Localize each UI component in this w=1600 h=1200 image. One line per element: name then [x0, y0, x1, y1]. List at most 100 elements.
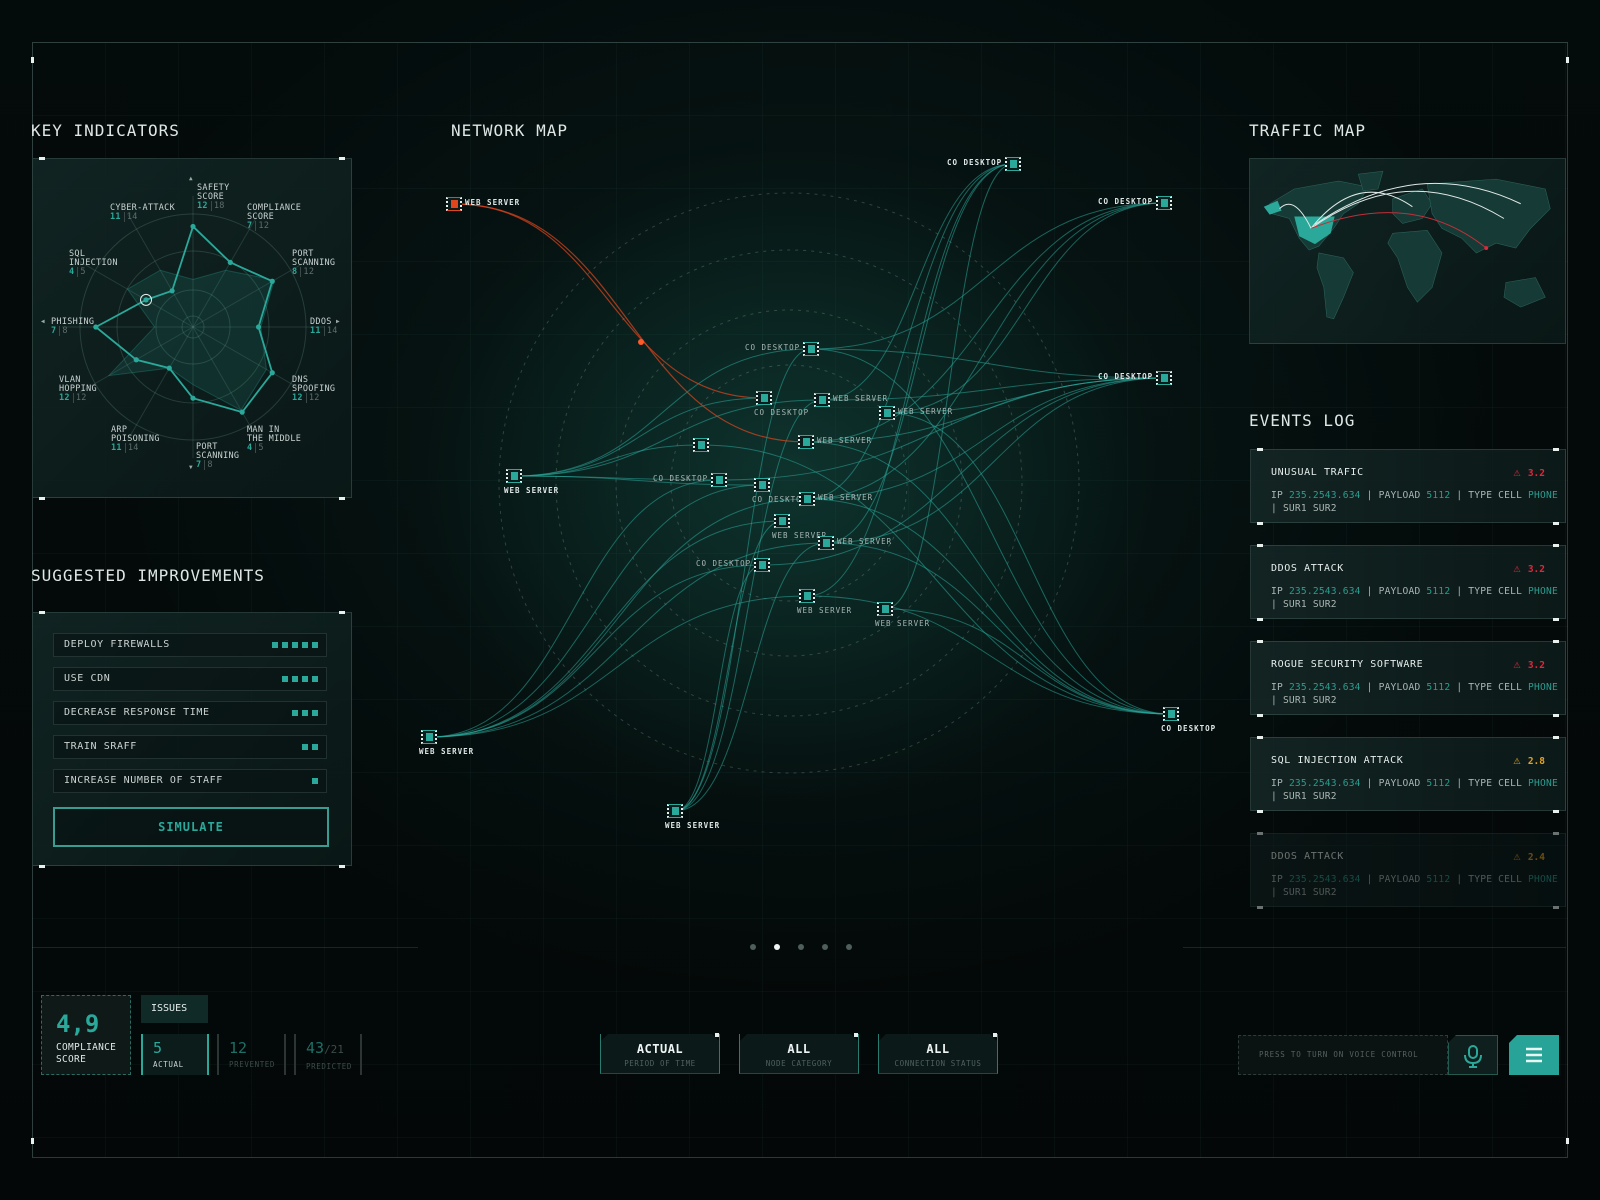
network-node[interactable]: [1163, 707, 1179, 721]
event-type-label: | TYPE CELL: [1456, 778, 1523, 789]
event-payload-label: | PAYLOAD: [1366, 490, 1421, 501]
world-map[interactable]: [1250, 159, 1565, 343]
continent-south-america: [1316, 252, 1354, 320]
issues-actual[interactable]: 5 ACTUAL: [141, 1034, 209, 1075]
network-node[interactable]: [756, 391, 772, 405]
event-payload: 5112: [1426, 682, 1451, 693]
event-ip: 235.2543.634: [1288, 682, 1361, 693]
device-chip-icon: [884, 409, 891, 417]
network-node[interactable]: [1156, 196, 1172, 210]
network-node[interactable]: [877, 602, 893, 616]
panel-corner-marker: [1257, 618, 1263, 621]
network-node[interactable]: [818, 536, 834, 550]
device-chip-icon: [426, 733, 433, 741]
issues-predicted[interactable]: 43/21 PREDICTED: [294, 1034, 362, 1075]
network-node[interactable]: [774, 514, 790, 528]
event-card[interactable]: DDOS ATTACK ⚠ 2.4 IP 235.2543.634 | PAYLOA…: [1250, 832, 1566, 909]
network-node[interactable]: [754, 478, 770, 492]
event-ip-label: IP: [1271, 586, 1283, 597]
device-chip-icon: [1010, 160, 1017, 168]
compliance-score-label: COMPLIANCE SCORE: [56, 1042, 117, 1065]
device-chip-icon: [823, 539, 830, 547]
event-details: IP 235.2543.634 | PAYLOAD 5112 | TYPE CE…: [1271, 489, 1559, 515]
event-ip-label: IP: [1271, 490, 1283, 501]
pagination-dot[interactable]: [750, 944, 756, 950]
network-node-label: WEB SERVER: [817, 436, 873, 445]
event-card[interactable]: SQL INJECTION ATTACK ⚠ 2.8 IP 235.2543.634…: [1250, 736, 1566, 813]
network-node-label: CO DESKTOP: [745, 343, 801, 352]
network-node[interactable]: [803, 342, 819, 356]
issues-predicted-total: /21: [324, 1043, 344, 1056]
network-node[interactable]: [506, 469, 522, 483]
filter-button[interactable]: ALL CONNECTION STATUS: [878, 1034, 998, 1074]
event-card[interactable]: ROGUE SECURITY SOFTWARE ⚠ 3.2 IP 235.2543.…: [1250, 640, 1566, 717]
continent-asia: [1426, 178, 1551, 254]
microphone-button[interactable]: [1448, 1035, 1498, 1075]
event-card[interactable]: DDOS ATTACK ⚠ 3.2 IP 235.2543.634 | PAYLOA…: [1250, 544, 1566, 621]
panel-corner-marker: [1257, 736, 1263, 739]
network-node[interactable]: [799, 589, 815, 603]
network-node[interactable]: [693, 438, 709, 452]
issues-prevented[interactable]: 12 PREVENTED: [217, 1034, 286, 1075]
panel-corner-marker: [1553, 448, 1559, 451]
issues-actual-label: ACTUAL: [153, 1060, 184, 1069]
issues-tab[interactable]: ISSUES: [141, 995, 208, 1023]
panel-corner-marker: [1257, 448, 1263, 451]
event-card[interactable]: UNUSUAL TRAFIC ⚠ 3.2 IP 235.2543.634 | PAY…: [1250, 448, 1566, 525]
filter-value: ACTUAL: [636, 1042, 684, 1056]
panel-corner-marker: [1553, 810, 1559, 813]
divider: [32, 947, 418, 948]
device-chip-icon: [1168, 710, 1175, 718]
traffic-map-panel: [1249, 158, 1566, 344]
filter-caption: NODE CATEGORY: [765, 1059, 833, 1068]
network-node[interactable]: [1156, 371, 1172, 385]
filter-button[interactable]: ALL NODE CATEGORY: [739, 1034, 859, 1074]
network-node[interactable]: [799, 492, 815, 506]
panel-corner-marker: [1257, 832, 1263, 835]
event-type-label: | TYPE CELL: [1456, 586, 1523, 597]
filter-button[interactable]: ACTUAL PERIOD OF TIME: [600, 1034, 720, 1074]
device-chip-icon: [761, 394, 768, 402]
event-severity: ⚠ 2.8: [1513, 753, 1545, 767]
network-node[interactable]: [446, 197, 462, 211]
menu-button[interactable]: [1509, 1035, 1559, 1075]
filter-corner-marker: [993, 1033, 997, 1037]
issues-prevented-label: PREVENTED: [229, 1060, 276, 1069]
network-node-label: WEB SERVER: [875, 619, 931, 628]
network-node[interactable]: [1005, 157, 1021, 171]
continent-australia: [1503, 277, 1546, 308]
network-nodes: WEB SERVER CO DESKTOP CO DESKTOP CO DESKTOP…: [0, 0, 1215, 900]
network-node[interactable]: [754, 558, 770, 572]
event-type: PHONE: [1528, 586, 1558, 597]
network-node-label: CO DESKTOP: [754, 408, 810, 417]
network-node[interactable]: [711, 473, 727, 487]
device-chip-icon: [759, 561, 766, 569]
microphone-icon: [1464, 1045, 1482, 1068]
network-node[interactable]: [879, 406, 895, 420]
network-node[interactable]: [421, 730, 437, 744]
event-severity-value: 2.4: [1527, 852, 1545, 863]
network-node[interactable]: [667, 804, 683, 818]
network-node-label: CO DESKTOP: [1098, 197, 1154, 206]
pagination-dot[interactable]: [774, 944, 780, 950]
event-severity-value: 3.2: [1527, 660, 1545, 671]
network-node[interactable]: [798, 435, 814, 449]
panel-corner-marker: [1257, 544, 1263, 547]
pagination-dot[interactable]: [846, 944, 852, 950]
server-alert-icon: [451, 200, 458, 208]
issues-predicted-label: PREDICTED: [306, 1062, 353, 1071]
voice-control-input[interactable]: PRESS TO TURN ON VOICE CONTROL: [1238, 1035, 1448, 1075]
issues-predicted-value: 43: [306, 1039, 325, 1057]
event-type: PHONE: [1528, 490, 1558, 501]
network-node-label: WEB SERVER: [797, 606, 853, 615]
event-details: IP 235.2543.634 | PAYLOAD 5112 | TYPE CE…: [1271, 681, 1559, 707]
network-node[interactable]: [814, 393, 830, 407]
issues-prevented-value: 12: [229, 1039, 248, 1057]
pagination-dot[interactable]: [822, 944, 828, 950]
device-chip-icon: [803, 438, 810, 446]
pagination-dot[interactable]: [798, 944, 804, 950]
filter-caption: PERIOD OF TIME: [624, 1059, 696, 1068]
event-title: ROGUE SECURITY SOFTWARE: [1271, 659, 1424, 670]
event-payload-label: | PAYLOAD: [1366, 874, 1421, 885]
event-payload: 5112: [1426, 586, 1451, 597]
